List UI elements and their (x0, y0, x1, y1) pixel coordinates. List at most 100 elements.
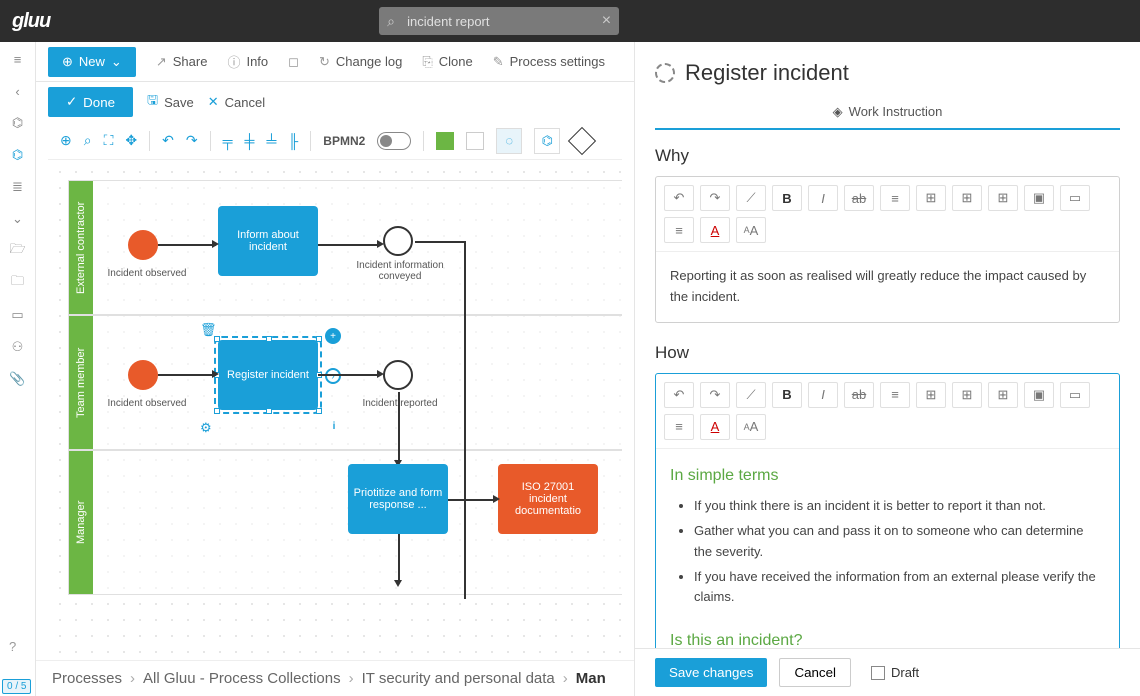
center-icon[interactable]: ✥ (125, 132, 137, 149)
save-button[interactable]: 🖫Save (147, 91, 194, 113)
end-event-reported[interactable] (383, 360, 413, 390)
color-green[interactable] (436, 132, 454, 150)
info-button[interactable]: ⓘInfo (227, 52, 268, 71)
diagram-icon[interactable]: ⌬ (9, 146, 27, 164)
process-settings-button[interactable]: ✎Process settings (493, 54, 605, 70)
start-event-2[interactable] (128, 360, 158, 390)
task-prioritize[interactable]: Priotitize and form response ... (348, 464, 448, 534)
panel-tab[interactable]: ◈ Work Instruction (655, 98, 1120, 130)
bookmark-button[interactable]: ◻ (288, 54, 299, 70)
zoom-in-icon[interactable]: ⊕ (60, 132, 72, 149)
bold-icon[interactable]: B (772, 382, 802, 408)
draft-checkbox[interactable] (871, 666, 885, 680)
cancel-button[interactable]: ✕Cancel (208, 94, 265, 110)
search-input[interactable] (379, 7, 619, 35)
redo-icon[interactable]: ↷ (700, 382, 730, 408)
bold-icon[interactable]: B (772, 185, 802, 211)
task-inform[interactable]: Inform about incident (218, 206, 318, 276)
crumb-category[interactable]: IT security and personal data (362, 670, 555, 687)
undo-icon[interactable]: ↶ (162, 132, 174, 149)
clone-icon: ⎘ (422, 54, 432, 70)
done-button[interactable]: ✓Done (48, 87, 133, 117)
task-iso[interactable]: ISO 27001 incident documentatio (498, 464, 598, 534)
image-icon[interactable]: ▣ (1024, 185, 1054, 211)
italic-icon[interactable]: I (808, 382, 838, 408)
add-badge-icon[interactable]: + (325, 328, 341, 344)
close-icon: ✕ (208, 94, 219, 110)
panel-cancel-button[interactable]: Cancel (779, 658, 851, 687)
grid-icon[interactable]: ⊞ (952, 382, 982, 408)
list-icon[interactable]: ≣ (9, 178, 27, 196)
color-white[interactable] (466, 132, 484, 150)
changelog-button[interactable]: ↻Change log (319, 54, 402, 70)
diagram-canvas[interactable]: External contractor Team member Manager … (48, 160, 622, 696)
grid2-icon[interactable]: ⊞ (988, 185, 1018, 211)
end-event-info[interactable] (383, 226, 413, 256)
lane-header-manager: Manager (69, 451, 93, 594)
attachment-icon[interactable]: 📎 (9, 370, 27, 388)
redo-icon[interactable]: ↷ (700, 185, 730, 211)
image-icon[interactable]: ▣ (1024, 382, 1054, 408)
align-top-icon[interactable]: ╤ (223, 133, 233, 149)
help-icon[interactable]: ? (9, 639, 16, 654)
font-size-icon[interactable]: AA (736, 217, 766, 243)
why-editor[interactable]: ↶ ↷ ⟋ B I ab ≡ ⊞ ⊞ ⊞ ▣ ▭ ≡ A AA (655, 176, 1120, 323)
hierarchy-icon[interactable]: ⌬ (9, 114, 27, 132)
grid2-icon[interactable]: ⊞ (988, 382, 1018, 408)
user-icon[interactable]: ⚇ (9, 338, 27, 356)
tool-gateway-icon[interactable] (568, 126, 596, 154)
redo-icon[interactable]: ↷ (186, 132, 198, 149)
video-icon[interactable]: ▭ (1060, 382, 1090, 408)
font-color-icon[interactable]: A (700, 414, 730, 440)
align-left-icon[interactable]: ╟ (288, 133, 298, 149)
menu-icon[interactable]: ≡ (9, 50, 27, 68)
font-size-icon[interactable]: AA (736, 414, 766, 440)
align-icon[interactable]: ≡ (664, 217, 694, 243)
undo-icon[interactable]: ↶ (664, 382, 694, 408)
align-icon[interactable]: ≡ (664, 414, 694, 440)
how-editor[interactable]: ↶ ↷ ⟋ B I ab ≡ ⊞ ⊞ ⊞ ▣ ▭ ≡ A AA (655, 373, 1120, 648)
table-icon[interactable]: ⊞ (916, 185, 946, 211)
simple-bullets: If you think there is an incident it is … (670, 496, 1105, 608)
strike-icon[interactable]: ab (844, 382, 874, 408)
clear-format-icon[interactable]: ⟋ (736, 382, 766, 408)
tasks-icon[interactable]: ▭ (9, 306, 27, 324)
table-icon[interactable]: ⊞ (916, 382, 946, 408)
why-content[interactable]: Reporting it as soon as realised will gr… (656, 252, 1119, 322)
how-content[interactable]: In simple terms If you think there is an… (656, 449, 1119, 648)
italic-icon[interactable]: I (808, 185, 838, 211)
next-badge-icon[interactable]: › (325, 368, 341, 384)
collapse-icon[interactable]: ‹ (9, 82, 27, 100)
start-event-1[interactable] (128, 230, 158, 260)
folder-open-icon[interactable]: 🗁 (9, 242, 27, 260)
save-changes-button[interactable]: Save changes (655, 658, 767, 687)
clear-format-icon[interactable]: ⟋ (736, 185, 766, 211)
new-button[interactable]: ⊕ New ⌄ (48, 47, 136, 77)
gear-icon[interactable]: ⚙ (200, 420, 212, 436)
info-badge-icon[interactable]: i (326, 418, 342, 434)
font-color-icon[interactable]: A (700, 217, 730, 243)
task-register[interactable]: Register incident (218, 340, 318, 410)
align-bottom-icon[interactable]: ╧ (266, 133, 276, 149)
bpmn-toggle[interactable] (377, 132, 411, 150)
crumb-collections[interactable]: All Gluu - Process Collections (143, 670, 341, 687)
video-icon[interactable]: ▭ (1060, 185, 1090, 211)
zoom-out-icon[interactable]: ⌕ (84, 132, 92, 149)
trash-icon[interactable]: 🗑 (200, 322, 217, 338)
tool-lane-icon[interactable]: ⌬ (534, 128, 560, 154)
share-button[interactable]: ↗Share (156, 54, 208, 70)
grid-icon[interactable]: ⊞ (952, 185, 982, 211)
undo-icon[interactable]: ↶ (664, 185, 694, 211)
folder-icon[interactable]: 🗀 (9, 274, 27, 292)
toolbar-edit: ✓Done 🖫Save ✕Cancel (36, 82, 634, 122)
tool-task-icon[interactable]: ◌ (496, 128, 522, 154)
crumb-processes[interactable]: Processes (52, 670, 122, 687)
align-middle-icon[interactable]: ╪ (245, 133, 255, 149)
zoom-fit-icon[interactable]: ⛶ (104, 132, 114, 149)
list-icon[interactable]: ≡ (880, 382, 910, 408)
strike-icon[interactable]: ab (844, 185, 874, 211)
list-icon[interactable]: ≡ (880, 185, 910, 211)
clone-button[interactable]: ⎘Clone (422, 54, 472, 70)
chevron-down-icon[interactable]: ⌄ (9, 210, 27, 228)
clear-search-icon[interactable]: × (602, 12, 611, 30)
